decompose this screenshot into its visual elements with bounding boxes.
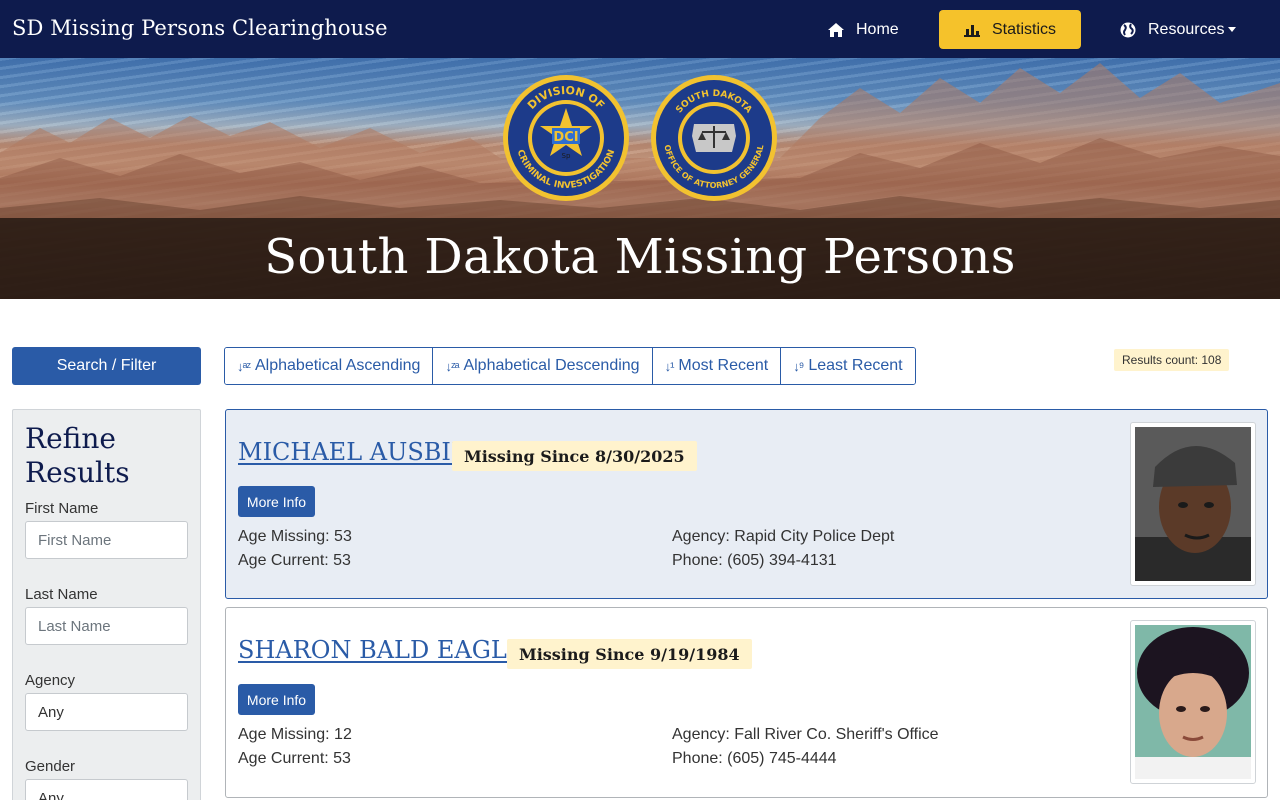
chevron-down-icon <box>1228 27 1237 32</box>
sort-alpha-asc-label: Alphabetical Ascending <box>255 357 421 374</box>
dci-seal-logo: DCI Sp DIVISION OF CRIMINAL INVESTIGATIO… <box>503 75 629 201</box>
gender-label: Gender <box>25 758 76 775</box>
age-current: Age Current: 53 <box>238 750 351 767</box>
sort-most-recent-button[interactable]: ↓¹ Most Recent <box>652 348 782 384</box>
sort-alphabetical-descending-button[interactable]: ↓ᶻᵃ Alphabetical Descending <box>433 348 653 384</box>
nav-resources-dropdown[interactable]: Resources <box>1108 10 1248 49</box>
svg-text:DCI: DCI <box>553 130 578 145</box>
site-brand[interactable]: SD Missing Persons Clearinghouse <box>12 16 388 40</box>
first-name-label: First Name <box>25 500 99 517</box>
missing-since-badge: Missing Since 8/30/2025 <box>452 441 697 471</box>
person-photo[interactable] <box>1130 620 1256 784</box>
page-title: South Dakota Missing Persons <box>264 229 1016 285</box>
age-missing: Age Missing: 12 <box>238 726 352 743</box>
home-icon <box>828 22 844 37</box>
last-name-input[interactable]: Last Name <box>25 607 188 645</box>
navbar: SD Missing Persons Clearinghouse Home St… <box>0 0 1280 58</box>
bar-chart-icon <box>963 24 980 37</box>
refine-results-heading: Refine Results <box>25 422 130 489</box>
sort-button-group: ↓ᵃᶻ Alphabetical Ascending ↓ᶻᵃ Alphabeti… <box>224 347 916 385</box>
person-card: SHARON BALD EAGLE Missing Since 9/19/198… <box>225 607 1268 798</box>
nav-home[interactable]: Home <box>816 10 911 49</box>
search-filter-button[interactable]: Search / Filter <box>12 347 201 385</box>
person-name-link[interactable]: SHARON BALD EAGLE <box>238 636 524 664</box>
sort-alpha-desc-label: Alphabetical Descending <box>463 357 640 374</box>
sort-numeric-down-icon: ↓¹ <box>664 358 675 374</box>
agency-info: Agency: Rapid City Police Dept <box>672 528 895 545</box>
age-missing: Age Missing: 53 <box>238 528 352 545</box>
sort-least-recent-label: Least Recent <box>808 357 903 374</box>
phone-info: Phone: (605) 394-4131 <box>672 552 837 569</box>
globe-icon <box>1120 22 1136 37</box>
sort-least-recent-button[interactable]: ↓⁹ Least Recent <box>781 348 915 384</box>
refine-results-panel: Refine Results First Name First Name Las… <box>12 409 201 800</box>
sort-most-recent-label: Most Recent <box>678 357 769 374</box>
gender-select[interactable]: Any <box>25 779 188 800</box>
phone-info: Phone: (605) 745-4444 <box>672 750 837 767</box>
attorney-general-seal-logo: SOUTH DAKOTA OFFICE OF ATTORNEY GENERAL <box>651 75 777 201</box>
portrait-image <box>1135 427 1251 581</box>
person-name-link[interactable]: MICHAEL AUSBIE <box>238 438 468 466</box>
person-card: MICHAEL AUSBIE Missing Since 8/30/2025 M… <box>225 409 1268 599</box>
person-photo[interactable] <box>1130 422 1256 586</box>
sort-alphabetical-ascending-button[interactable]: ↓ᵃᶻ Alphabetical Ascending <box>225 348 434 384</box>
nav-home-label: Home <box>856 20 899 38</box>
sort-numeric-up-icon: ↓⁹ <box>793 358 804 374</box>
more-info-button[interactable]: More Info <box>238 684 315 715</box>
svg-text:Sp: Sp <box>562 152 571 160</box>
missing-since-badge: Missing Since 9/19/1984 <box>507 639 752 669</box>
sort-alpha-up-icon: ↓ᶻᵃ <box>445 358 459 374</box>
results-count-badge: Results count: 108 <box>1114 349 1230 371</box>
sort-alpha-down-icon: ↓ᵃᶻ <box>237 358 251 374</box>
nav-resources-label: Resources <box>1148 20 1225 38</box>
nav-statistics[interactable]: Statistics <box>939 10 1081 49</box>
nav-statistics-label: Statistics <box>991 20 1056 38</box>
last-name-label: Last Name <box>25 586 98 603</box>
agency-info: Agency: Fall River Co. Sheriff's Office <box>672 726 939 743</box>
portrait-image <box>1135 625 1251 779</box>
agency-label: Agency <box>25 672 76 689</box>
age-current: Age Current: 53 <box>238 552 351 569</box>
agency-select[interactable]: Any <box>25 693 188 731</box>
hero-banner: DCI Sp DIVISION OF CRIMINAL INVESTIGATIO… <box>0 58 1280 299</box>
more-info-button[interactable]: More Info <box>238 486 315 517</box>
first-name-input[interactable]: First Name <box>25 521 188 559</box>
